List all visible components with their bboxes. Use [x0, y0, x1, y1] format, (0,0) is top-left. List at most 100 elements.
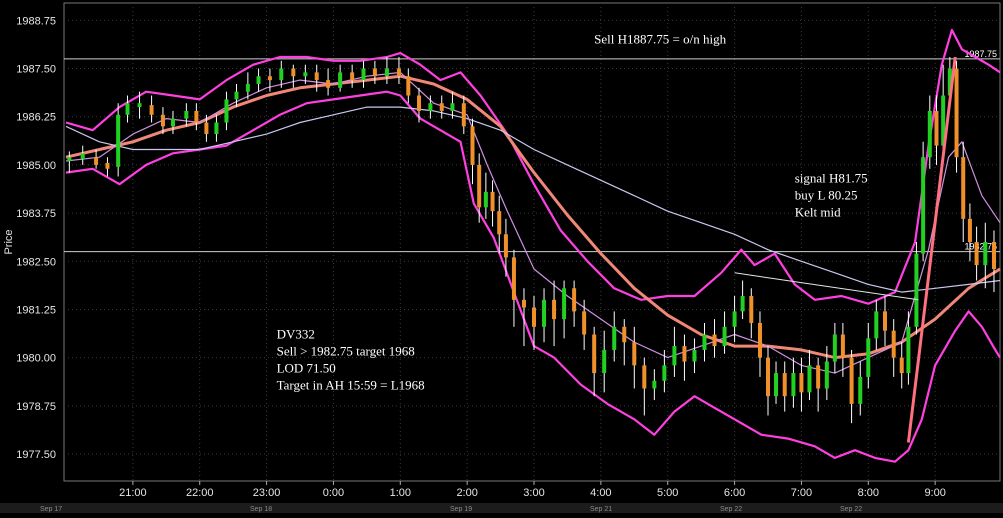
- candle-body: [642, 365, 647, 389]
- x-tick-label: 4:00: [590, 487, 611, 499]
- x-tick-label: 7:00: [791, 487, 812, 499]
- candle-body: [816, 365, 821, 389]
- candle-body: [682, 346, 687, 362]
- candle-body: [490, 191, 495, 212]
- candle-body: [542, 299, 547, 327]
- date-strip-label: Sep 17: [40, 506, 62, 513]
- candle-body: [891, 330, 896, 358]
- candle-body: [170, 118, 175, 127]
- candle-body: [439, 103, 444, 111]
- candle-body: [672, 346, 677, 366]
- date-strip-label: Sep 18: [250, 506, 272, 513]
- y-tick-label: 1986.25: [16, 112, 56, 124]
- candle-body: [914, 253, 919, 327]
- candle-body: [906, 326, 911, 374]
- y-tick-label: 1983.75: [16, 208, 56, 220]
- candle-body: [991, 242, 996, 269]
- x-tick-label: 5:00: [657, 487, 678, 499]
- candle-body: [774, 373, 779, 397]
- candle-body: [184, 110, 189, 119]
- candle-body: [503, 234, 508, 258]
- candle-body: [757, 322, 762, 358]
- candle-body: [94, 157, 99, 165]
- chart-svg: 1988.75 1987.50 1986.25 1985.00 1983.75 1982.…: [0, 0, 1003, 513]
- annotation-text: Sell H1887.75 = o/n high: [594, 31, 726, 46]
- candle-body: [782, 373, 787, 397]
- candle-body: [592, 334, 597, 374]
- annotation-text: buy L 80.25: [795, 187, 858, 202]
- y-axis-label: Price: [3, 229, 15, 254]
- y-tick-label: 1987.50: [16, 64, 56, 76]
- date-strip-label: Sep 21: [590, 506, 612, 513]
- candle-body: [572, 288, 577, 312]
- candle-body: [532, 307, 537, 327]
- price-chart: 1988.75 1987.50 1986.25 1985.00 1983.75 1982.…: [0, 0, 1003, 513]
- candle-body: [204, 122, 209, 135]
- candle-body: [105, 162, 110, 169]
- annotation-text: DV332: [277, 326, 315, 341]
- candle-body: [602, 349, 607, 374]
- y-tick-label: 1981.25: [16, 304, 56, 316]
- candle-body: [866, 338, 871, 377]
- y-tick-label: 1977.50: [16, 449, 56, 461]
- candle-body: [267, 76, 272, 81]
- candle-body: [921, 157, 926, 254]
- candle-body: [214, 122, 219, 135]
- candle-body: [712, 334, 717, 347]
- candle-body: [326, 80, 331, 88]
- x-tick-label: 6:00: [724, 487, 745, 499]
- candle-body: [80, 153, 85, 160]
- candle-body: [314, 72, 319, 81]
- candle-body: [116, 114, 121, 167]
- candle-body: [384, 68, 389, 77]
- candle-body: [350, 72, 355, 81]
- candle-body: [692, 349, 697, 362]
- candle-body: [967, 218, 972, 242]
- candle-body: [477, 164, 482, 208]
- candle-body: [874, 311, 879, 339]
- candle-body: [899, 357, 904, 374]
- x-tick-label: 1:00: [390, 487, 411, 499]
- candle-body: [582, 311, 587, 335]
- x-tick-label: 2:00: [456, 487, 477, 499]
- candle-body: [291, 68, 296, 77]
- candle-body: [470, 126, 475, 165]
- candle-body: [483, 191, 488, 208]
- candle-body: [562, 288, 567, 320]
- candle-body: [983, 242, 988, 266]
- candle-body: [622, 326, 627, 343]
- y-tick-label: 1978.75: [16, 401, 56, 413]
- candle-body: [883, 311, 888, 331]
- x-tick-label: 23:00: [253, 487, 281, 499]
- candle-body: [396, 68, 401, 77]
- x-tick-label: 22:00: [186, 487, 214, 499]
- annotation-text: Sell > 1982.75 target 1968: [277, 343, 415, 358]
- candle-body: [511, 257, 516, 300]
- x-tick-label: 21:00: [119, 487, 147, 499]
- candle-body: [849, 357, 854, 404]
- candle-body: [807, 365, 812, 393]
- candle-body: [279, 68, 284, 81]
- date-strip: Sep 17 Sep 18 Sep 19 Sep 21 Sep 22 Sep 22: [0, 503, 1003, 513]
- y-tick-label: 1982.50: [16, 256, 56, 268]
- candle-body: [234, 91, 239, 100]
- candle-body: [497, 211, 502, 235]
- y-tick-label: 1988.75: [16, 15, 56, 27]
- annotation-text: LOD 71.50: [277, 360, 336, 375]
- candle-body: [722, 326, 727, 347]
- candle-body: [338, 72, 343, 88]
- candle-body: [125, 103, 130, 115]
- y-tick-label: 1985.00: [16, 160, 56, 172]
- candle-body: [406, 76, 411, 96]
- candle-body: [632, 342, 637, 366]
- candle-body: [149, 105, 154, 115]
- candle-body: [160, 114, 165, 127]
- candle-body: [974, 242, 979, 266]
- candle-body: [303, 72, 308, 77]
- annotation-text: Kelt mid: [795, 204, 841, 219]
- x-tick-label: 0:00: [323, 487, 344, 499]
- annotation-text: Target in AH 15:59 = L1968: [277, 377, 425, 392]
- candle-body: [450, 103, 455, 111]
- candle-body: [224, 99, 229, 123]
- y-tick-label: 1980.00: [16, 353, 56, 365]
